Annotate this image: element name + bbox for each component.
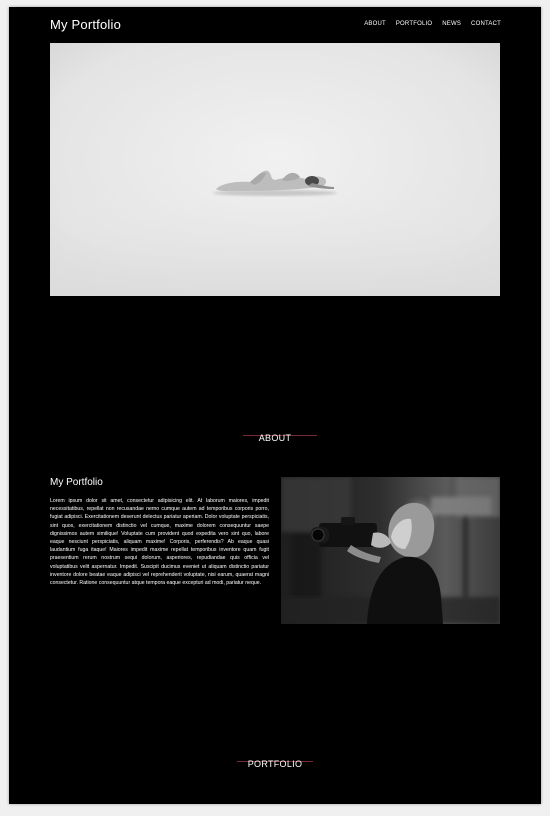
nav-link-news[interactable]: NEWS [442, 21, 461, 27]
nav-link-about[interactable]: ABOUT [364, 21, 386, 27]
page: My Portfolio ABOUT PORTFOLIO NEWS CONTAC… [9, 7, 541, 804]
hero-image [50, 43, 500, 296]
main-nav: ABOUT PORTFOLIO NEWS CONTACT [364, 21, 501, 27]
about-image [281, 477, 500, 624]
about-heading: ABOUT [258, 433, 292, 443]
about-title: My Portfolio [50, 477, 103, 488]
nav-link-contact[interactable]: CONTACT [471, 21, 501, 27]
nav-link-portfolio[interactable]: PORTFOLIO [396, 21, 432, 27]
portfolio-heading: PORTFOLIO [247, 759, 303, 769]
about-body-text: Lorem ipsum dolor sit amet, consectetur … [50, 498, 269, 587]
about-section-heading: ABOUT [9, 428, 541, 443]
portfolio-section-heading: PORTFOLIO [9, 754, 541, 769]
site-title[interactable]: My Portfolio [50, 17, 121, 32]
